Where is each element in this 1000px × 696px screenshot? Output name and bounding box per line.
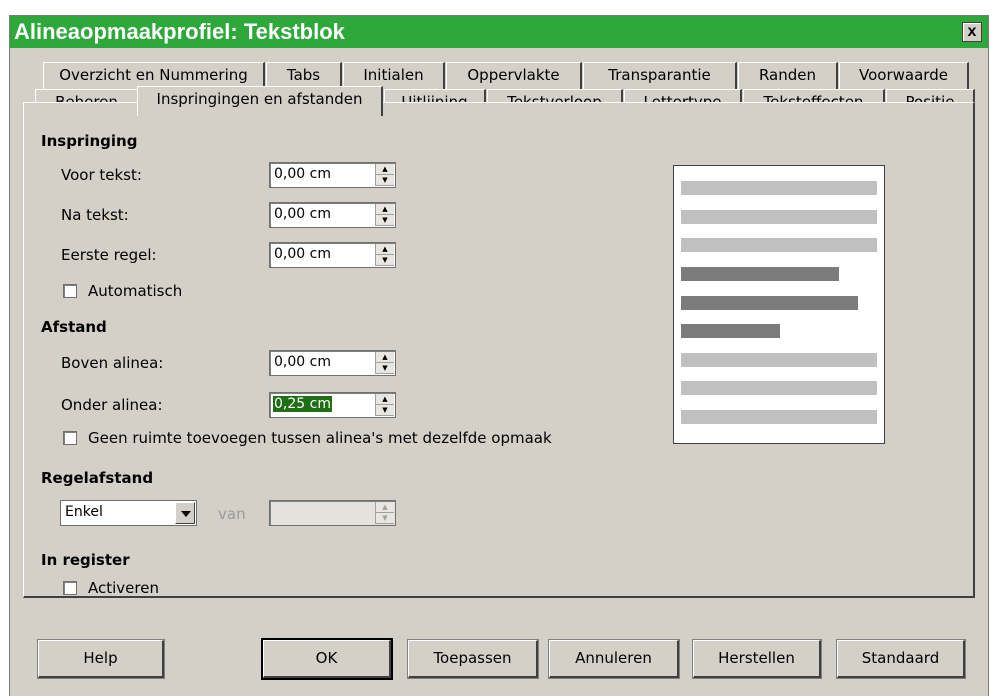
line-spacing-value[interactable]: Enkel bbox=[65, 504, 103, 520]
help-button[interactable]: Help bbox=[37, 639, 165, 679]
reset-button[interactable]: Herstellen bbox=[692, 639, 822, 679]
activate-label[interactable]: Activeren bbox=[88, 579, 159, 597]
first-line-label: Eerste regel: bbox=[61, 246, 157, 264]
spin-down-icon[interactable]: ▼ bbox=[376, 255, 394, 266]
preview-line bbox=[681, 381, 877, 395]
after-text-spinbox[interactable]: 0,00 cm ▲ ▼ bbox=[269, 202, 396, 228]
preview-line bbox=[681, 181, 877, 195]
of-label: van bbox=[218, 505, 246, 523]
spin-down-icon[interactable]: ▼ bbox=[376, 215, 394, 226]
apply-button[interactable]: Toepassen bbox=[407, 639, 539, 679]
preview-line-current bbox=[681, 267, 839, 281]
first-line-value[interactable]: 0,00 cm bbox=[274, 246, 331, 262]
auto-label[interactable]: Automatisch bbox=[88, 282, 182, 300]
after-text-label: Na tekst: bbox=[61, 206, 129, 224]
spin-up-icon[interactable]: ▲ bbox=[376, 164, 394, 175]
spin-down-icon[interactable]: ▼ bbox=[376, 405, 394, 416]
spin-up-icon[interactable]: ▲ bbox=[376, 352, 394, 363]
spin-up-icon[interactable]: ▲ bbox=[376, 394, 394, 405]
before-text-value[interactable]: 0,00 cm bbox=[274, 166, 331, 182]
below-paragraph-value[interactable]: 0,25 cm bbox=[273, 396, 332, 412]
below-paragraph-spinbox[interactable]: 0,25 cm ▲ ▼ bbox=[269, 392, 396, 418]
spin-up-icon[interactable]: ▲ bbox=[376, 244, 394, 255]
paragraph-preview bbox=[673, 165, 885, 444]
below-paragraph-label: Onder alinea: bbox=[61, 396, 163, 414]
line-spacing-dropdown[interactable]: Enkel bbox=[60, 500, 197, 526]
preview-line bbox=[681, 238, 877, 252]
above-paragraph-value[interactable]: 0,00 cm bbox=[274, 354, 331, 370]
spin-up-icon: ▲ bbox=[376, 502, 394, 513]
after-text-value[interactable]: 0,00 cm bbox=[274, 206, 331, 222]
no-space-label[interactable]: Geen ruimte toevoegen tussen alinea's me… bbox=[88, 429, 552, 447]
spin-up-icon[interactable]: ▲ bbox=[376, 204, 394, 215]
before-text-spinbox[interactable]: 0,00 cm ▲ ▼ bbox=[269, 162, 396, 188]
standard-button[interactable]: Standaard bbox=[836, 639, 966, 679]
line-spacing-heading: Regelafstand bbox=[41, 469, 154, 487]
first-line-spinbox[interactable]: 0,00 cm ▲ ▼ bbox=[269, 242, 396, 268]
preview-line-current bbox=[681, 324, 780, 338]
indent-heading: Inspringing bbox=[41, 132, 138, 150]
chevron-down-icon[interactable] bbox=[175, 502, 195, 524]
spin-down-icon: ▼ bbox=[376, 513, 394, 524]
above-paragraph-spinbox[interactable]: 0,00 cm ▲ ▼ bbox=[269, 350, 396, 376]
register-heading: In register bbox=[41, 551, 130, 569]
activate-checkbox[interactable] bbox=[63, 581, 77, 595]
preview-line-current bbox=[681, 296, 858, 310]
ok-button[interactable]: OK bbox=[261, 638, 393, 680]
before-text-label: Voor tekst: bbox=[61, 166, 142, 184]
preview-line bbox=[681, 353, 877, 367]
no-space-checkbox[interactable] bbox=[63, 431, 77, 445]
spacing-heading: Afstand bbox=[41, 318, 107, 336]
cancel-button[interactable]: Annuleren bbox=[548, 639, 680, 679]
preview-line bbox=[681, 410, 877, 424]
preview-line bbox=[681, 210, 877, 224]
auto-checkbox[interactable] bbox=[63, 284, 77, 298]
of-spinbox: ▲ ▼ bbox=[269, 500, 396, 526]
spin-down-icon[interactable]: ▼ bbox=[376, 175, 394, 186]
spin-down-icon[interactable]: ▼ bbox=[376, 363, 394, 374]
above-paragraph-label: Boven alinea: bbox=[61, 354, 164, 372]
